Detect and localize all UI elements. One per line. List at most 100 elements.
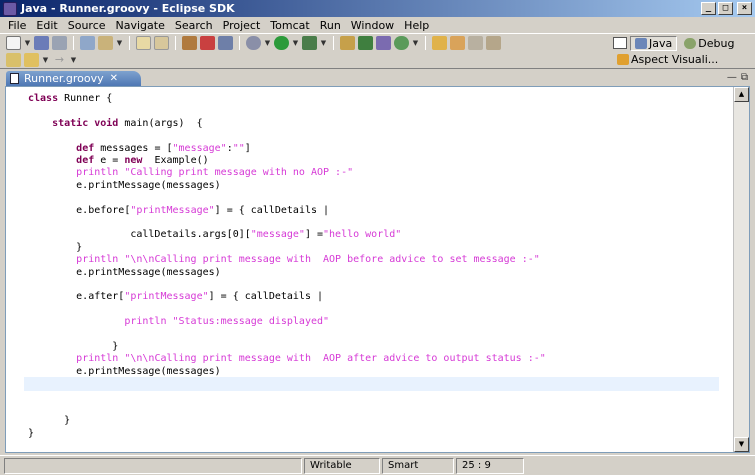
new-interface-icon[interactable] <box>376 36 391 50</box>
back-icon[interactable] <box>24 53 39 67</box>
code-line[interactable]: } <box>28 341 118 353</box>
aspectj-build-icon[interactable] <box>218 36 233 50</box>
tab-close-icon[interactable]: ✕ <box>110 73 118 84</box>
java-perspective-button[interactable]: Java <box>630 35 678 51</box>
run-dropdown-icon[interactable]: ▼ <box>292 36 299 50</box>
external-tools-dropdown-icon[interactable]: ▼ <box>320 36 327 50</box>
code-editor[interactable]: class Runner { static void main(args) { … <box>5 86 750 453</box>
menu-window[interactable]: Window <box>346 19 399 32</box>
scroll-down-icon[interactable]: ▼ <box>734 437 749 452</box>
code-line[interactable]: e.printMessage(messages) <box>28 267 221 279</box>
code-keyword: void <box>94 117 119 129</box>
new-source-dropdown-icon[interactable]: ▼ <box>412 36 419 50</box>
code-text: ] <box>244 142 251 154</box>
code-line[interactable]: } <box>28 428 34 440</box>
menu-tomcat[interactable]: Tomcat <box>265 19 314 32</box>
editor-area: Runner.groovy ✕ — ⧉ class Runner { stati… <box>5 71 750 453</box>
close-button[interactable]: × <box>737 2 752 15</box>
code-keyword: def <box>76 155 95 166</box>
status-insert-mode: Smart Insert <box>382 458 454 475</box>
search-icon[interactable] <box>450 36 465 50</box>
toolbar-row-1: ▼ ▼ ▼ ▼ ▼ ▼ <box>6 36 501 50</box>
code-line[interactable]: println "\n\nCalling print message with … <box>28 353 546 365</box>
current-line-highlight <box>24 377 719 392</box>
code-line[interactable]: println "\n\nCalling print message with … <box>28 254 540 266</box>
status-writable: Writable <box>304 458 380 474</box>
menu-file[interactable]: File <box>3 19 31 32</box>
menu-search[interactable]: Search <box>170 19 218 32</box>
code-line[interactable]: e.printMessage(messages) <box>28 366 221 378</box>
code-line[interactable]: callDetails.args[0]["message"] ="hello w… <box>28 229 401 241</box>
eclipse-icon <box>3 1 17 16</box>
aspect-visualization-perspective-button[interactable]: Aspect Visuali... <box>613 52 722 67</box>
save-icon[interactable] <box>34 36 49 50</box>
code-string: "printMessage" <box>130 204 215 216</box>
annotation-icon[interactable] <box>486 36 501 50</box>
menu-project[interactable]: Project <box>218 19 266 32</box>
minimize-view-icon[interactable]: — <box>727 72 737 83</box>
new-dropdown-icon[interactable]: ▼ <box>24 36 31 50</box>
code-text: main(args) { <box>118 117 203 129</box>
code-text: e.after[ <box>28 291 125 303</box>
back-dropdown-icon[interactable]: ▼ <box>42 53 49 67</box>
code-line[interactable]: e.before["printMessage"] = { callDetails… <box>28 205 329 217</box>
external-tools-icon[interactable] <box>302 36 317 50</box>
open-type-icon[interactable] <box>136 36 151 50</box>
open-perspective-icon[interactable] <box>613 37 627 49</box>
code-text: } <box>28 415 71 427</box>
code-line[interactable]: def messages = ["message":""] <box>28 143 251 155</box>
code-line[interactable]: println "Status:message displayed" <box>28 316 329 328</box>
new-java-project-icon[interactable] <box>98 36 113 50</box>
code-text: e = <box>94 155 125 166</box>
code-line[interactable]: static void main(args) { <box>28 118 203 130</box>
code-line[interactable]: } <box>28 415 70 427</box>
code-line[interactable]: println "Calling print message with no A… <box>28 167 353 179</box>
maximize-view-icon[interactable]: ⧉ <box>741 72 748 83</box>
forward-dropdown-icon[interactable]: ▼ <box>70 53 77 67</box>
pencil-icon[interactable] <box>468 36 483 50</box>
code-line[interactable]: class Runner { <box>28 93 112 105</box>
code-line[interactable]: def e = new Example() <box>28 155 208 167</box>
code-line[interactable]: } <box>28 242 82 254</box>
scroll-up-icon[interactable]: ▲ <box>734 87 749 102</box>
last-edit-icon[interactable] <box>6 53 21 67</box>
vertical-scrollbar[interactable]: ▲ ▼ <box>733 87 749 452</box>
menu-run[interactable]: Run <box>315 19 346 32</box>
aspectj-error-icon[interactable] <box>200 36 215 50</box>
menu-source[interactable]: Source <box>63 19 111 32</box>
minimize-button[interactable]: _ <box>701 2 716 15</box>
build-icon[interactable] <box>80 36 95 50</box>
new-source-icon[interactable] <box>394 36 409 50</box>
open-folder-icon[interactable] <box>432 36 447 50</box>
aspectj-icon[interactable] <box>182 36 197 50</box>
code-string: "hello world" <box>323 229 402 241</box>
code-string: "" <box>232 142 245 154</box>
print-icon[interactable] <box>52 36 67 50</box>
menu-help[interactable]: Help <box>399 19 434 32</box>
code-text: messages = [ <box>94 142 173 154</box>
open-resource-icon[interactable] <box>154 36 169 50</box>
debug-icon[interactable] <box>246 36 261 50</box>
debug-perspective-button[interactable]: Debug <box>680 36 738 51</box>
code-line[interactable]: e.printMessage(messages) <box>28 180 221 192</box>
code-text: } <box>28 341 119 352</box>
editor-tab-runner-groovy[interactable]: Runner.groovy ✕ <box>6 71 141 86</box>
menu-edit[interactable]: Edit <box>31 19 62 32</box>
new-java-dropdown-icon[interactable]: ▼ <box>116 36 123 50</box>
code-text-area[interactable]: class Runner { static void main(args) { … <box>6 87 719 452</box>
forward-icon[interactable]: → <box>52 53 67 67</box>
run-icon[interactable] <box>274 36 289 50</box>
code-string: "message" <box>250 229 305 241</box>
debug-dropdown-icon[interactable]: ▼ <box>264 36 271 50</box>
maximize-button[interactable]: □ <box>718 2 733 15</box>
bug-icon <box>684 37 697 49</box>
new-class-icon[interactable] <box>358 36 373 50</box>
new-package-icon[interactable] <box>340 36 355 50</box>
title-bar: Java - Runner.groovy - Eclipse SDK _ □ × <box>0 0 755 17</box>
menu-navigate[interactable]: Navigate <box>111 19 170 32</box>
code-line[interactable]: e.after["printMessage"] = { callDetails … <box>28 291 323 303</box>
new-icon[interactable] <box>6 36 21 50</box>
aspect-perspective-label: Aspect Visuali... <box>631 52 719 66</box>
